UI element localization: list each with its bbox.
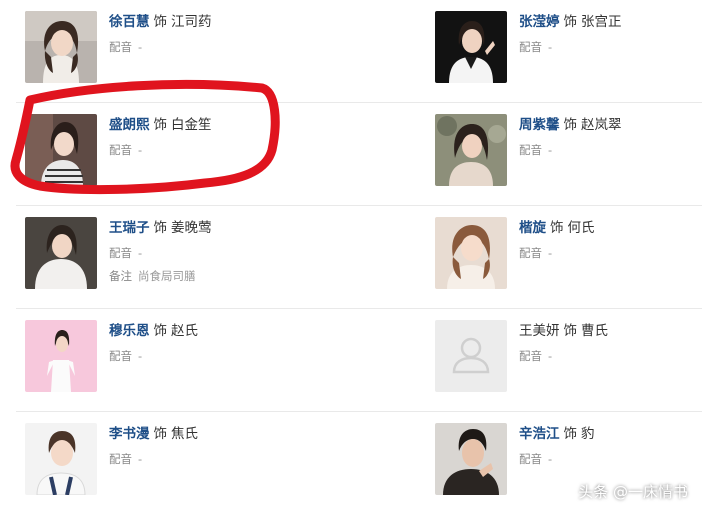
- cast-card: 穆乐恩饰赵氏 配音 -: [25, 309, 425, 412]
- dub-label: 配音: [109, 143, 132, 157]
- actor-name-link[interactable]: 王瑞子: [109, 220, 150, 236]
- actor-photo[interactable]: [25, 11, 97, 83]
- cast-card: 张滢婷饰张宫正 配音 -: [435, 0, 695, 103]
- actor-name-link[interactable]: 穆乐恩: [109, 323, 150, 339]
- as-separator: 饰: [153, 323, 168, 339]
- actor-photo[interactable]: [435, 114, 507, 186]
- role-name: 张宫正: [581, 14, 622, 30]
- actor-photo[interactable]: [25, 320, 97, 392]
- dub-line: 配音 -: [109, 451, 198, 467]
- dub-line: 配音 -: [519, 142, 622, 158]
- cast-card: 周紫馨饰赵岚翠 配音 -: [435, 103, 695, 206]
- actor-photo[interactable]: [25, 423, 97, 495]
- cast-card: 徐百慧饰江司药 配音 -: [25, 0, 425, 103]
- actor-name-link[interactable]: 楷旋: [519, 220, 546, 236]
- role-name: 白金笙: [171, 117, 212, 133]
- cast-card: 王美妍饰曹氏 配音 -: [435, 309, 695, 412]
- role-name: 赵氏: [171, 323, 198, 339]
- cast-card: 楷旋饰何氏 配音 -: [435, 206, 695, 309]
- dub-label: 配音: [109, 246, 132, 260]
- dub-line: 配音 -: [519, 348, 608, 364]
- as-separator: 饰: [153, 14, 168, 30]
- actor-photo[interactable]: [435, 11, 507, 83]
- actor-photo[interactable]: [435, 423, 507, 495]
- as-separator: 饰: [550, 220, 564, 236]
- portrait-icon: [435, 11, 507, 83]
- portrait-icon: [25, 11, 97, 83]
- dub-label: 配音: [519, 40, 542, 54]
- cast-row-2: 盛朗熙饰白金笙 配音 - 周紫馨饰赵岚翠 配音 -: [16, 103, 702, 206]
- dub-value: -: [138, 143, 143, 157]
- default-avatar-icon: [435, 320, 507, 392]
- portrait-icon: [25, 114, 97, 186]
- dub-line: 配音 -: [519, 451, 595, 467]
- dub-value: -: [548, 452, 553, 466]
- note-value: 尚食局司膳: [138, 269, 196, 283]
- as-separator: 饰: [563, 117, 578, 133]
- dub-label: 配音: [109, 349, 132, 363]
- dub-line: 配音 -: [109, 39, 212, 55]
- watermark: 头条 @一床情书: [578, 483, 688, 501]
- cast-card: 盛朗熙饰白金笙 配音 -: [25, 103, 425, 206]
- dub-value: -: [548, 246, 553, 260]
- role-name: 江司药: [171, 14, 212, 30]
- dub-value: -: [548, 40, 553, 54]
- dub-label: 配音: [109, 452, 132, 466]
- actor-photo[interactable]: [25, 114, 97, 186]
- actor-name-link[interactable]: 辛浩江: [519, 426, 560, 442]
- dub-value: -: [138, 349, 143, 363]
- actor-photo[interactable]: [435, 320, 507, 392]
- as-separator: 饰: [153, 117, 168, 133]
- dub-line: 配音 -: [109, 348, 198, 364]
- portrait-icon: [25, 320, 97, 392]
- dub-line: 配音 -: [519, 39, 622, 55]
- actor-name-link[interactable]: 张滢婷: [519, 14, 560, 30]
- as-separator: 饰: [153, 426, 168, 442]
- portrait-icon: [25, 217, 97, 289]
- dub-value: -: [138, 246, 143, 260]
- cast-card: 王瑞子饰姜晚莺 配音 - 备注 尚食局司膳: [25, 206, 425, 309]
- dub-label: 配音: [519, 246, 542, 260]
- dub-value: -: [548, 349, 553, 363]
- role-name: 姜晚莺: [171, 220, 212, 236]
- note-line: 备注 尚食局司膳: [109, 268, 212, 284]
- role-name: 曹氏: [581, 323, 608, 339]
- dub-value: -: [138, 452, 143, 466]
- as-separator: 饰: [563, 426, 578, 442]
- role-name: 赵岚翠: [581, 117, 622, 133]
- dub-label: 配音: [109, 40, 132, 54]
- dub-value: -: [548, 143, 553, 157]
- note-label: 备注: [109, 269, 132, 283]
- as-separator: 饰: [563, 323, 578, 339]
- actor-name-link[interactable]: 周紫馨: [519, 117, 560, 133]
- dub-label: 配音: [519, 349, 542, 363]
- cast-row-1: 徐百慧饰江司药 配音 - 张滢婷饰张宫正 配音 -: [16, 0, 702, 103]
- role-name: 焦氏: [171, 426, 198, 442]
- portrait-icon: [435, 423, 507, 495]
- dub-label: 配音: [519, 452, 542, 466]
- cast-row-4: 穆乐恩饰赵氏 配音 - 王美妍饰曹氏 配音 -: [16, 309, 702, 412]
- dub-line: 配音 -: [519, 245, 595, 261]
- dub-line: 配音 -: [109, 245, 212, 261]
- role-name: 豹: [581, 426, 595, 442]
- portrait-icon: [435, 114, 507, 186]
- dub-line: 配音 -: [109, 142, 212, 158]
- portrait-icon: [25, 423, 97, 495]
- actor-photo[interactable]: [25, 217, 97, 289]
- portrait-icon: [435, 217, 507, 289]
- cast-card: 李书漫饰焦氏 配音 -: [25, 412, 425, 515]
- actor-name-link[interactable]: 徐百慧: [109, 14, 150, 30]
- cast-row-3: 王瑞子饰姜晚莺 配音 - 备注 尚食局司膳 楷旋饰何氏 配音 -: [16, 206, 702, 309]
- actor-photo[interactable]: [435, 217, 507, 289]
- actor-name-link[interactable]: 盛朗熙: [109, 117, 150, 133]
- as-separator: 饰: [153, 220, 168, 236]
- role-name: 何氏: [567, 220, 595, 236]
- dub-label: 配音: [519, 143, 542, 157]
- actor-name: 王美妍: [519, 323, 560, 339]
- actor-name-link[interactable]: 李书漫: [109, 426, 150, 442]
- as-separator: 饰: [563, 14, 578, 30]
- dub-value: -: [138, 40, 143, 54]
